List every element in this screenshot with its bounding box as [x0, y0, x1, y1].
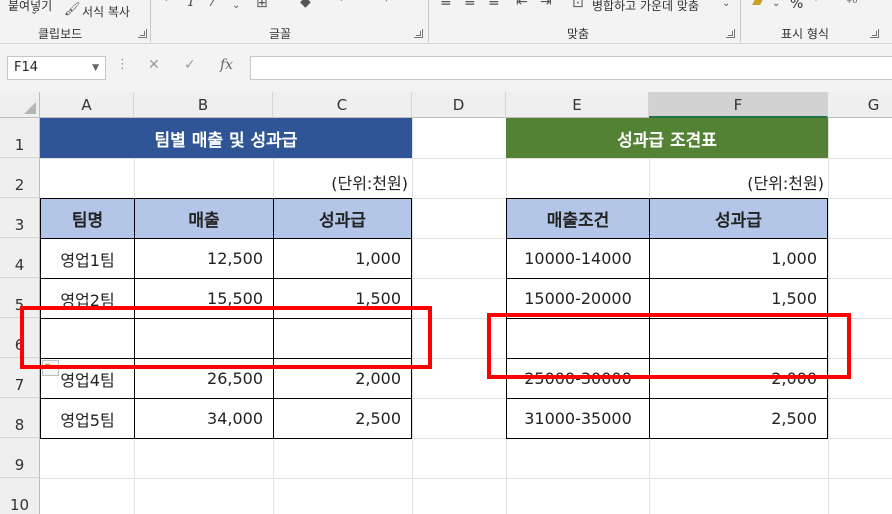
formula-bar: F14 ▼ ⋮ ✕ ✓ fx	[0, 44, 892, 92]
italic-icon[interactable]: 𝘐	[188, 0, 194, 10]
border-icon[interactable]: ⊞	[256, 0, 268, 11]
name-box[interactable]: F14 ▼	[7, 56, 106, 80]
enter-icon[interactable]: ✓	[184, 57, 196, 73]
ribbon-separator	[150, 0, 151, 42]
number-launcher-icon[interactable]	[870, 29, 879, 38]
sales-cell[interactable]: 34,000	[134, 398, 274, 439]
right-table-unit[interactable]: (단위:천원)	[649, 158, 828, 198]
underline-icon[interactable]: ⁄	[212, 0, 214, 10]
column-header-f[interactable]: F	[649, 92, 828, 118]
row-header-3[interactable]: 3	[0, 198, 40, 238]
align-center-icon[interactable]: ≡	[464, 0, 476, 10]
highlight-box-left	[20, 306, 432, 369]
alignment-launcher-icon[interactable]	[726, 29, 735, 38]
underline-dropdown-icon[interactable]: ⌄	[232, 0, 240, 11]
sales-condition-cell[interactable]: 10000-14000	[506, 238, 650, 279]
header-bonus-rate[interactable]: 성과급	[649, 198, 828, 239]
row-header-9[interactable]: 9	[0, 438, 40, 478]
ribbon-separator	[740, 0, 741, 42]
font-color-icon[interactable]: ᐟ	[340, 0, 346, 10]
format-painter-button[interactable]: 서식 복사	[82, 3, 130, 20]
format-painter-icon: 🖌	[64, 2, 81, 17]
sales-cell[interactable]: 12,500	[134, 238, 274, 279]
more-options-icon[interactable]: ⋮	[116, 57, 129, 72]
row-header-2[interactable]: 2	[0, 158, 40, 198]
gridline	[40, 478, 892, 479]
accounting-format-icon[interactable]: ▰	[752, 0, 763, 10]
bonus-cell[interactable]: 2,500	[273, 398, 412, 439]
fill-color-icon[interactable]: ◆	[300, 0, 311, 10]
decrease-indent-icon[interactable]: ⇤	[516, 0, 528, 10]
bonus-rate-cell[interactable]: 2,500	[649, 398, 828, 439]
clipboard-launcher-icon[interactable]	[138, 29, 147, 38]
merge-center-icon[interactable]: ⊡	[572, 0, 584, 11]
left-table-unit[interactable]: (단위:천원)	[273, 158, 412, 198]
insert-function-icon[interactable]: fx	[220, 57, 233, 73]
font-launcher-icon[interactable]	[414, 29, 423, 38]
column-header-e[interactable]: E	[506, 92, 649, 118]
column-header-g[interactable]: G	[828, 92, 892, 118]
row-header-1[interactable]: 1	[0, 118, 40, 158]
cancel-icon[interactable]: ✕	[148, 57, 160, 73]
sales-condition-cell[interactable]: 31000-35000	[506, 398, 650, 439]
align-right-icon[interactable]: ≡	[488, 0, 500, 10]
align-left-icon[interactable]: ≡	[440, 0, 452, 10]
row-header-10[interactable]: 10	[0, 478, 40, 514]
name-box-value: F14	[14, 60, 39, 75]
right-table-title[interactable]: 성과급 조견표	[506, 118, 828, 158]
font-group-label: 글꼴	[269, 27, 292, 41]
font-increase-icon[interactable]: ᐟ	[165, 0, 171, 10]
header-bonus[interactable]: 성과급	[273, 198, 412, 239]
phonetic-icon[interactable]: ⁱ	[385, 0, 388, 10]
header-sales[interactable]: 매출	[134, 198, 274, 239]
merge-center-button[interactable]: 병합하고 가운데 맞춤	[592, 0, 699, 14]
team-name-cell[interactable]: 영업1팀	[40, 238, 135, 279]
worksheet-grid[interactable]: A B C D E F G 1 2 3 4 5 6 7 8 9 10 팀별 매출…	[0, 92, 892, 514]
row-header-4[interactable]: 4	[0, 238, 40, 278]
bonus-cell[interactable]: 1,000	[273, 238, 412, 279]
team-name-cell[interactable]: 영업5팀	[40, 398, 135, 439]
row-header-8[interactable]: 8	[0, 398, 40, 438]
bonus-rate-cell[interactable]: 1,000	[649, 238, 828, 279]
ribbon: 붙여넣기 ⌄ 🖌 서식 복사 클립보드 ᐟ 𝘐 ⁄ ⌄ ⊞ ◆ ᐟ ⁱ 글꼴 ≡…	[0, 0, 892, 44]
increase-indent-icon[interactable]: ⇥	[540, 0, 552, 10]
column-header-b[interactable]: B	[134, 92, 273, 118]
clipboard-group-label: 클립보드	[38, 27, 83, 41]
header-team-name[interactable]: 팀명	[40, 198, 135, 239]
ribbon-separator	[428, 0, 429, 42]
number-group-label: 표시 형식	[781, 27, 829, 41]
column-header-c[interactable]: C	[273, 92, 412, 118]
header-sales-condition[interactable]: 매출조건	[506, 198, 650, 239]
paste-dropdown-icon[interactable]: ⌄	[30, 6, 38, 17]
name-box-dropdown-icon[interactable]: ▼	[92, 63, 99, 73]
alignment-group-label: 맞춤	[567, 27, 590, 41]
column-header-d[interactable]: D	[412, 92, 506, 118]
percent-button[interactable]: %	[790, 0, 803, 12]
comma-style-icon[interactable]: ❜	[814, 0, 819, 10]
select-all-button[interactable]	[0, 92, 40, 118]
accounting-dropdown-icon[interactable]: ⌄	[772, 0, 780, 9]
merge-dropdown-icon[interactable]: ⌄	[722, 0, 730, 9]
column-header-a[interactable]: A	[40, 92, 134, 118]
formula-input[interactable]	[250, 56, 892, 80]
increase-decimal-icon[interactable]: ⁺⁰	[846, 0, 857, 10]
left-table-title[interactable]: 팀별 매출 및 성과급	[40, 118, 412, 158]
highlight-box-right	[487, 313, 851, 379]
